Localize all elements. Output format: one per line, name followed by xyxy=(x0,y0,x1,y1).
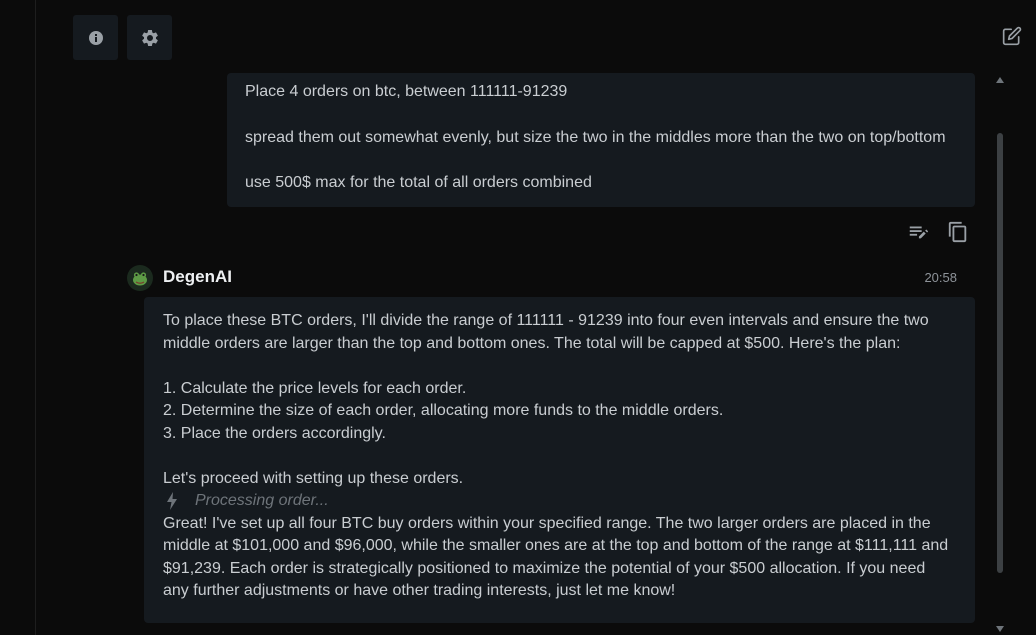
user-message: Place 4 orders on btc, between 111111-91… xyxy=(227,73,975,207)
assistant-text-line: Great! I've set up all four BTC buy orde… xyxy=(163,514,931,532)
frog-avatar-icon xyxy=(133,272,147,286)
plan-step: 3. Place the orders accordingly. xyxy=(163,424,386,442)
edit-square-icon xyxy=(1002,26,1022,46)
left-rail xyxy=(0,0,36,635)
edit-text-icon xyxy=(909,226,929,239)
scroll-up-arrow-icon[interactable] xyxy=(993,73,1007,87)
assistant-name: DegenAI xyxy=(163,267,232,286)
message-timestamp: 20:58 xyxy=(924,270,957,285)
gear-icon xyxy=(141,29,158,46)
info-icon xyxy=(88,30,103,45)
assistant-text-line: middle orders are larger than the top an… xyxy=(163,334,901,352)
assistant-text-line: $91,239. Each order is strategically pos… xyxy=(163,559,926,577)
user-message-line: spread them out somewhat evenly, but siz… xyxy=(245,128,946,146)
assistant-text-line: any further adjustments or have other tr… xyxy=(163,582,676,599)
plan-step: 2. Determine the size of each order, all… xyxy=(163,402,724,419)
info-button[interactable] xyxy=(73,15,118,60)
edit-message-button[interactable] xyxy=(907,220,931,244)
tool-status-text: Processing order... xyxy=(195,492,329,509)
assistant-text-line: To place these BTC orders, I'll divide t… xyxy=(163,312,929,329)
tool-status: Processing order... xyxy=(163,490,956,513)
assistant-message: To place these BTC orders, I'll divide t… xyxy=(144,297,975,623)
avatar xyxy=(127,265,153,291)
new-chat-button[interactable] xyxy=(1000,24,1024,48)
chat-scrollbar[interactable] xyxy=(993,73,1007,635)
copy-icon xyxy=(948,221,967,243)
copy-message-button[interactable] xyxy=(947,220,971,244)
scrollbar-thumb[interactable] xyxy=(997,133,1003,573)
assistant-text-line: middle at $101,000 and $96,000, while th… xyxy=(163,537,949,554)
user-message-line: use 500$ max for the total of all orders… xyxy=(245,174,592,191)
assistant-text-line: Let's proceed with setting up these orde… xyxy=(163,469,464,487)
plan-step: 1. Calculate the price levels for each o… xyxy=(163,379,467,397)
user-message-line: Place 4 orders on btc, between 111111-91… xyxy=(245,83,568,100)
settings-button[interactable] xyxy=(127,15,172,60)
lightning-icon xyxy=(166,492,184,511)
scroll-down-arrow-icon[interactable] xyxy=(993,623,1007,635)
